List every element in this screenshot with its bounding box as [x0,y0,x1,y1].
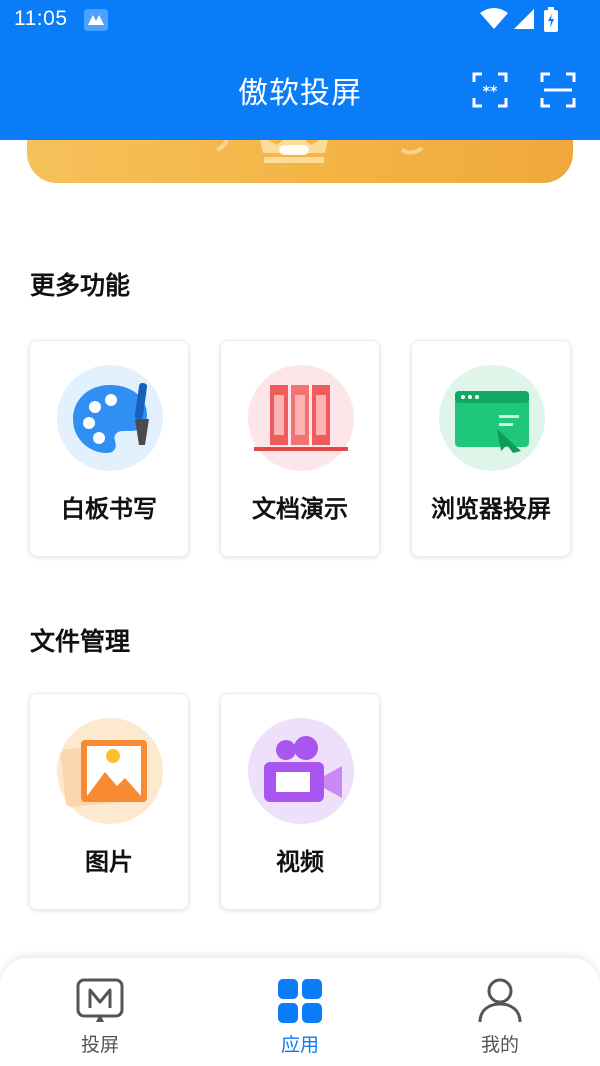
person-icon [478,978,522,1023]
picture-icon [57,718,163,824]
videos-label: 视频 [276,848,324,876]
battery-icon [544,7,558,32]
section-title-more-features: 更多功能 [30,271,131,300]
whiteboard-label: 白板书写 [61,495,157,523]
app-header: 11:05 傲软投屏 ** [0,0,600,140]
cellular-signal-icon [514,9,534,29]
section-title-file-management: 文件管理 [30,627,131,656]
bottom-navigation: 投屏 应用 我的 [0,958,600,1066]
video-camera-icon [248,718,354,824]
pictures-label: 图片 [85,848,133,876]
page-title: 傲软投屏 [238,76,362,111]
nav-item-apps[interactable]: 应用 [200,958,400,1066]
svg-text:**: ** [483,84,498,100]
nav-label-apps: 应用 [280,1034,319,1056]
pin-code-connect-button[interactable]: ** [472,72,508,108]
notification-app-icon [84,9,108,31]
document-presentation-label: 文档演示 [252,495,348,523]
nav-item-mine[interactable]: 我的 [400,958,600,1066]
document-binders-icon [248,365,354,471]
scan-connect-button[interactable] [540,72,576,108]
status-bar: 11:05 [0,0,600,40]
palette-icon [57,365,163,471]
videos-card[interactable]: 视频 [220,693,380,910]
scan-connect-icon [540,72,576,108]
nav-label-cast: 投屏 [80,1034,119,1056]
nav-item-cast[interactable]: 投屏 [0,958,200,1066]
wifi-icon [480,8,508,29]
apps-grid-icon [278,979,322,1023]
pictures-card[interactable]: 图片 [29,693,189,910]
status-time: 11:05 [14,7,68,30]
whiteboard-card[interactable]: 白板书写 [29,340,189,557]
browser-cast-label: 浏览器投屏 [431,495,551,523]
cast-icon [76,978,124,1022]
browser-cast-card[interactable]: 浏览器投屏 [411,340,571,557]
document-presentation-card[interactable]: 文档演示 [220,340,380,557]
browser-window-icon [439,365,545,471]
pin-code-connect-icon: ** [472,72,508,108]
nav-label-mine: 我的 [480,1034,519,1056]
